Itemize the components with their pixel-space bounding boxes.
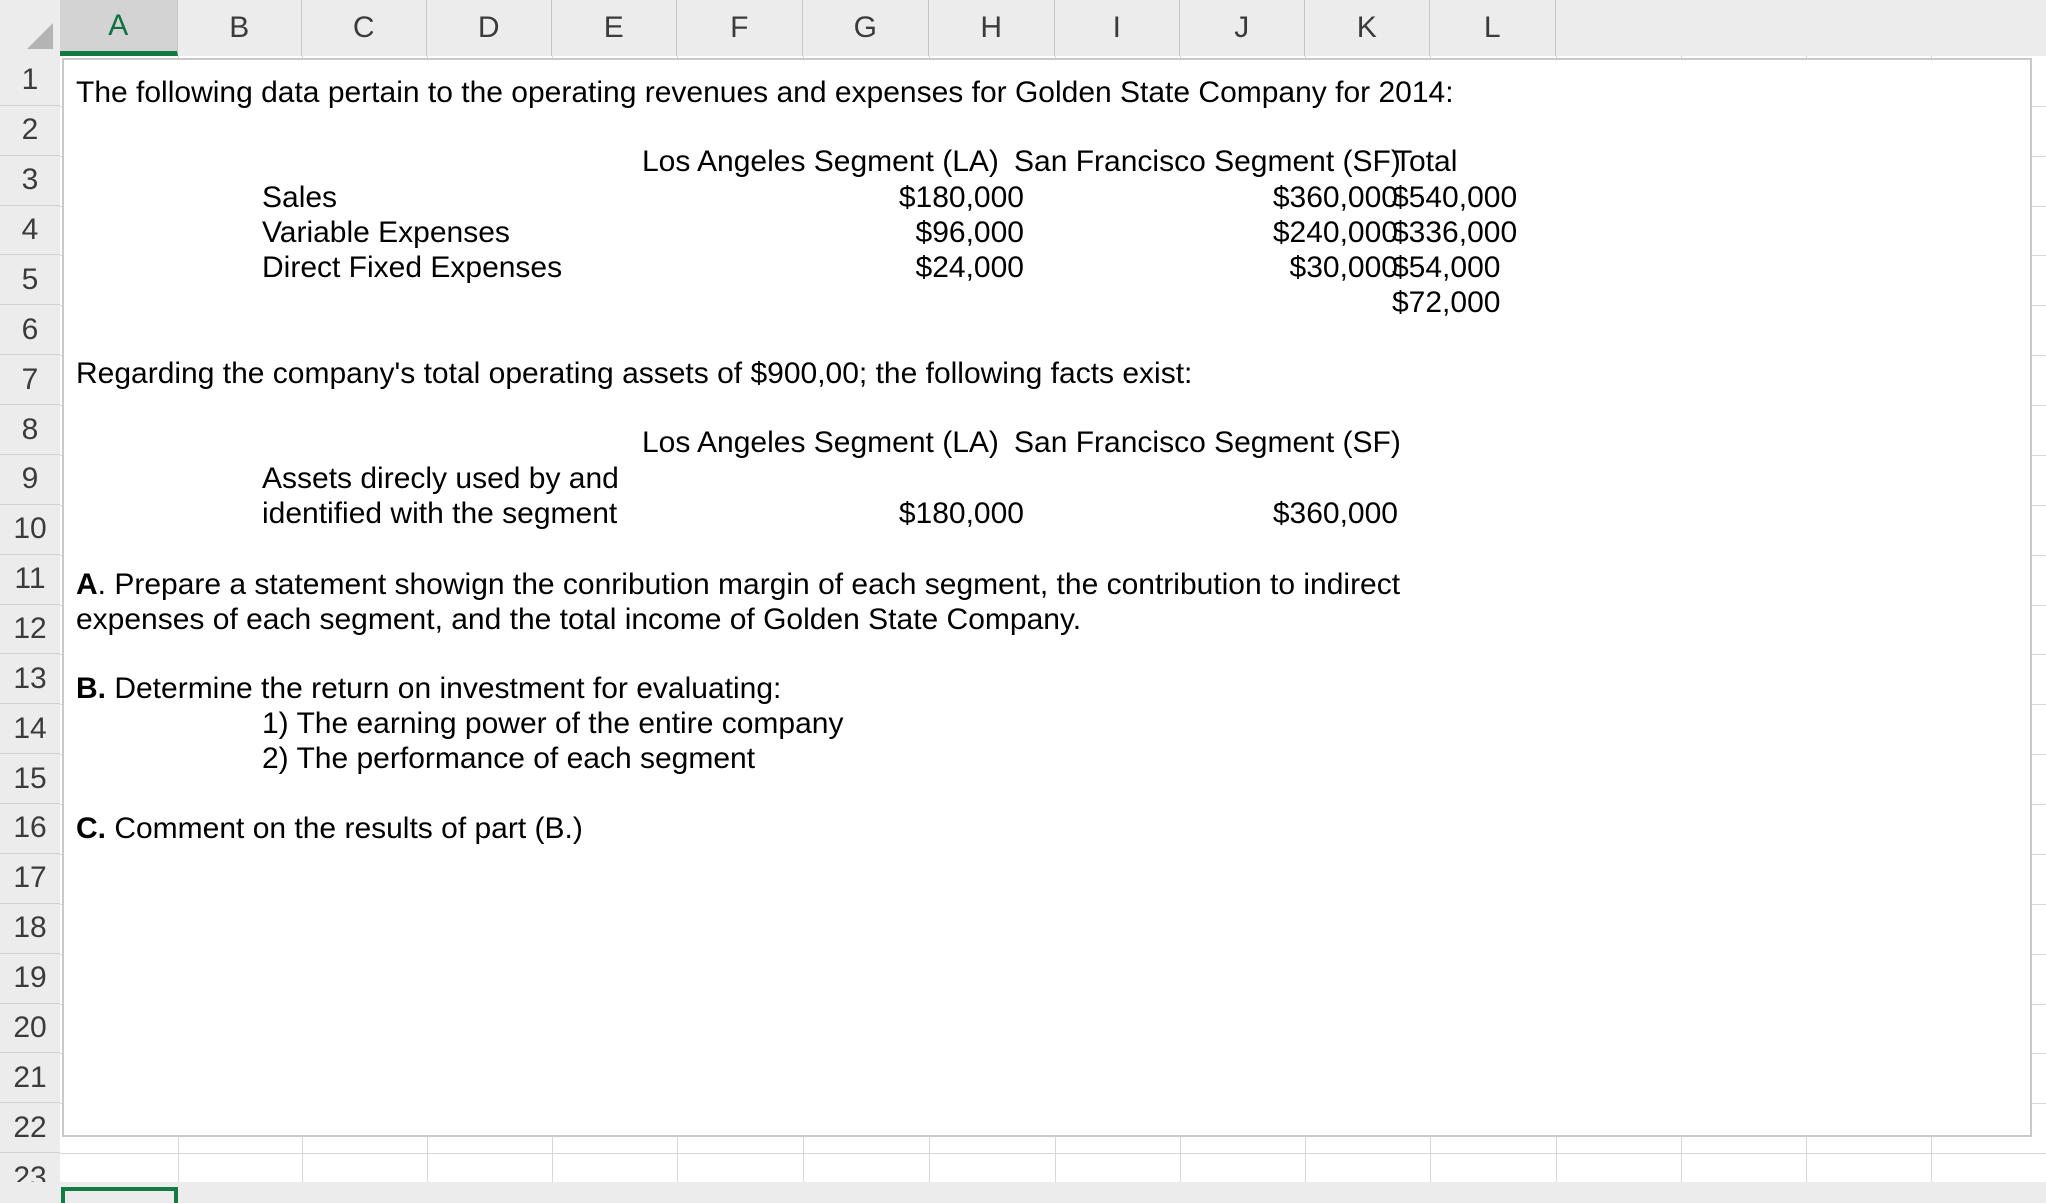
spreadsheet-grid[interactable]: The following data pertain to the operat… xyxy=(0,0,2046,1203)
column-header-strip[interactable]: ABCDEFGHIJKL xyxy=(0,0,2046,56)
row-header-21[interactable]: 21 xyxy=(0,1053,60,1104)
column-header-overflow xyxy=(1556,0,2046,56)
row-header-strip[interactable]: 1 2 3 4 5 6 7 8 9 10 11 12 13 14 15 16 17 18 19 20 21 22 23 xyxy=(0,56,60,1203)
row-header-1[interactable]: 1 xyxy=(0,56,60,106)
column-header-f[interactable]: F xyxy=(677,0,803,56)
row-header-4[interactable]: 4 xyxy=(0,205,60,256)
row-header-12[interactable]: 12 xyxy=(0,604,60,655)
table1-cell-total: $540,000 xyxy=(1392,181,1518,214)
row-header-17[interactable]: 17 xyxy=(0,853,60,904)
assets-intro-text: Regarding the company's total operating … xyxy=(76,357,1193,390)
table1-row-label: Variable Expenses xyxy=(262,216,510,249)
table2-header-la: Los Angeles Segment (LA) xyxy=(642,426,999,459)
row-header-13[interactable]: 13 xyxy=(0,654,60,705)
table1-cell-la: $180,000 xyxy=(898,181,1024,214)
table1-cell-total: $54,000 xyxy=(1392,251,1501,284)
sheet-content-pane[interactable]: The following data pertain to the operat… xyxy=(62,58,2032,1137)
table1-header-la: Los Angeles Segment (LA) xyxy=(642,145,999,178)
table1-cell-sf: $240,000 xyxy=(1272,216,1398,249)
table1-cell-sf: $30,000 xyxy=(1289,251,1398,284)
column-header-d[interactable]: D xyxy=(427,0,552,56)
row-header-15[interactable]: 15 xyxy=(0,754,60,805)
table1-cell-total: $336,000 xyxy=(1392,216,1518,249)
question-c: C. Comment on the results of part (B.) xyxy=(76,812,1276,847)
row-header-18[interactable]: 18 xyxy=(0,903,60,954)
row-header-19[interactable]: 19 xyxy=(0,953,60,1004)
grid-hline xyxy=(60,1153,2046,1155)
table1-row-label: Sales xyxy=(262,181,338,214)
table1-extra-total: $72,000 xyxy=(1392,286,1501,319)
table1-cell-la: $96,000 xyxy=(915,216,1024,249)
table1-header-total: Total xyxy=(1394,145,1458,178)
active-cell-indicator xyxy=(61,1187,178,1203)
row-header-22[interactable]: 22 xyxy=(0,1103,60,1154)
table2-cell-la: $180,000 xyxy=(898,497,1024,530)
question-b-marker: B. xyxy=(76,672,106,705)
column-header-k[interactable]: K xyxy=(1305,0,1430,56)
row-header-11[interactable]: 11 xyxy=(0,554,60,605)
question-b: B. Determine the return on investment fo… xyxy=(76,672,1476,707)
row-header-3[interactable]: 3 xyxy=(0,155,60,206)
column-header-l[interactable]: L xyxy=(1430,0,1556,56)
column-header-a[interactable]: A xyxy=(60,0,178,56)
table2-row-label-line2: identified with the segment xyxy=(262,497,618,530)
column-header-j[interactable]: J xyxy=(1180,0,1305,56)
bottom-strip xyxy=(0,1182,2046,1203)
intro-text: The following data pertain to the operat… xyxy=(76,76,1454,109)
question-a-marker: A xyxy=(76,568,98,601)
table1-header-sf: San Francisco Segment (SF) xyxy=(1014,145,1401,178)
row-header-10[interactable]: 10 xyxy=(0,504,60,555)
column-header-e[interactable]: E xyxy=(552,0,677,56)
column-header-b[interactable]: B xyxy=(178,0,302,56)
row-header-16[interactable]: 16 xyxy=(0,804,60,854)
question-b-item: 1) The earning power of the entire compa… xyxy=(262,707,844,740)
select-all-triangle-icon xyxy=(27,23,53,49)
column-header-c[interactable]: C xyxy=(302,0,427,56)
question-a-text: . Prepare a statement showign the conrib… xyxy=(76,568,1401,636)
column-header-h[interactable]: H xyxy=(929,0,1055,56)
question-b-text: Determine the return on investment for e… xyxy=(106,672,782,705)
table2-row-label-line1: Assets direcly used by and xyxy=(262,462,619,495)
row-header-7[interactable]: 7 xyxy=(0,355,60,406)
question-b-item: 2) The performance of each segment xyxy=(262,742,756,775)
question-c-text: Comment on the results of part (B.) xyxy=(106,812,583,845)
row-header-20[interactable]: 20 xyxy=(0,1003,60,1054)
select-all-corner[interactable] xyxy=(0,0,60,56)
question-c-marker: C. xyxy=(76,812,106,845)
question-a: A. Prepare a statement showign the conri… xyxy=(76,568,1496,637)
row-header-2[interactable]: 2 xyxy=(0,105,60,156)
table1-cell-sf: $360,000 xyxy=(1272,181,1398,214)
table1-cell-la: $24,000 xyxy=(915,251,1024,284)
column-header-g[interactable]: G xyxy=(803,0,929,56)
row-header-14[interactable]: 14 xyxy=(0,704,60,755)
row-header-5[interactable]: 5 xyxy=(0,255,60,306)
table2-header-sf: San Francisco Segment (SF) xyxy=(1014,426,1401,459)
row-header-8[interactable]: 8 xyxy=(0,405,60,455)
row-header-6[interactable]: 6 xyxy=(0,305,60,356)
table2-cell-sf: $360,000 xyxy=(1272,497,1398,530)
row-header-9[interactable]: 9 xyxy=(0,454,60,505)
column-header-i[interactable]: I xyxy=(1055,0,1180,56)
table1-row-label: Direct Fixed Expenses xyxy=(262,251,563,284)
